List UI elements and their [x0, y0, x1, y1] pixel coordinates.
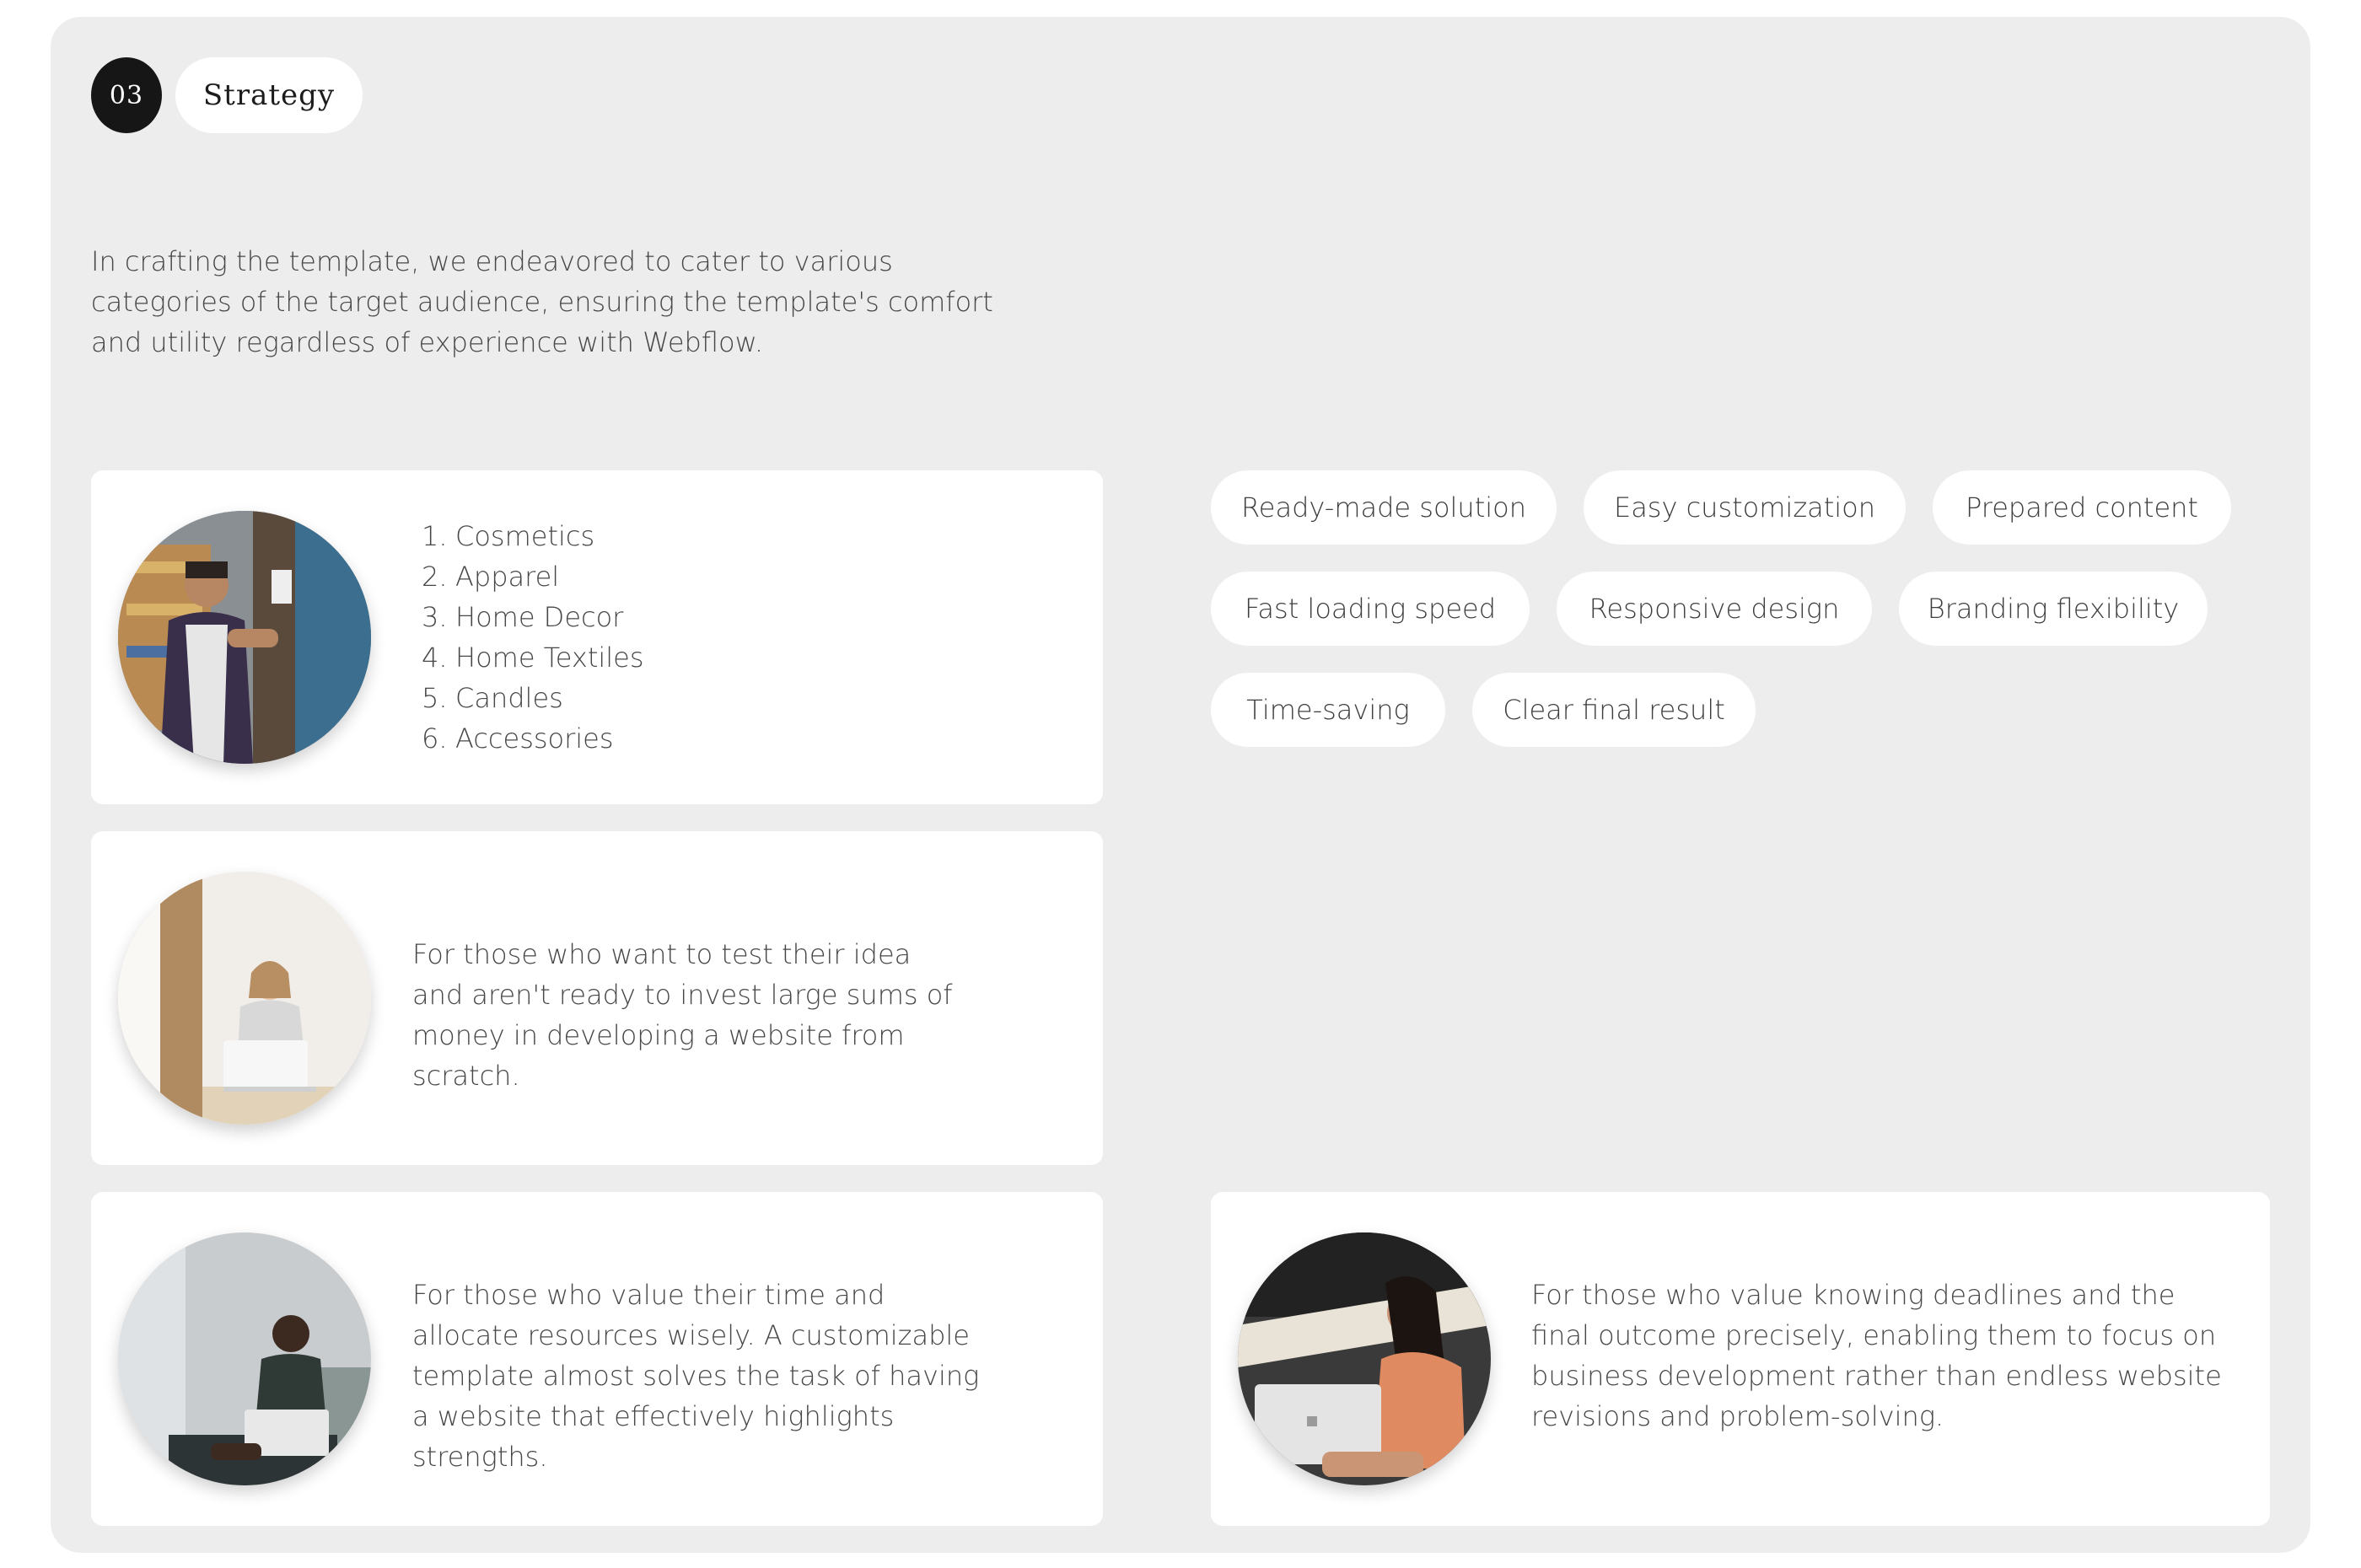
- list-item: 4. Home Textiles: [422, 642, 644, 674]
- chip-prepared-content: Prepared content: [1933, 470, 2231, 545]
- section-number-badge: 03: [91, 57, 162, 133]
- category-list: 1. Cosmetics 2. Apparel 3. Home Decor 4. Hom…: [422, 516, 644, 759]
- woman-laptop-photo: [118, 872, 371, 1125]
- section-title-pill: Strategy: [175, 57, 363, 133]
- chip-ready-made-solution: Ready-made solution: [1211, 470, 1557, 545]
- woman-reading-photo: [1238, 1232, 1491, 1485]
- list-item: 1. Cosmetics: [422, 520, 595, 552]
- deadlines-card: For those who value knowing deadlines an…: [1211, 1192, 2270, 1526]
- intro-paragraph: In crafting the template, we endeavored …: [91, 245, 993, 358]
- list-item: 5. Candles: [422, 682, 563, 714]
- man-laptop-photo-icon: [118, 1232, 371, 1485]
- test-idea-card: For those who want to test their idea an…: [91, 831, 1103, 1165]
- categories-card: 1. Cosmetics 2. Apparel 3. Home Decor 4. Hom…: [91, 470, 1103, 804]
- shop-owner-photo: [118, 511, 371, 764]
- woman-reading-photo-icon: [1238, 1232, 1491, 1485]
- chip-responsive-design: Responsive design: [1557, 572, 1872, 646]
- list-item: 6. Accessories: [422, 722, 614, 754]
- chip-easy-customization: Easy customization: [1584, 470, 1906, 545]
- chip-branding-flexibility: Branding flexibility: [1899, 572, 2208, 646]
- list-item: 3. Home Decor: [422, 601, 624, 633]
- value-time-card: For those who value their time and alloc…: [91, 1192, 1103, 1526]
- woman-laptop-photo-icon: [118, 872, 371, 1125]
- chip-fast-loading-speed: Fast loading speed: [1211, 572, 1530, 646]
- chip-clear-final-result: Clear final result: [1472, 673, 1756, 747]
- chip-time-saving: Time-saving: [1211, 673, 1445, 747]
- man-laptop-photo: [118, 1232, 371, 1485]
- deadlines-text: For those who value knowing deadlines an…: [1531, 1279, 2222, 1432]
- value-time-text: For those who value their time and alloc…: [412, 1279, 980, 1473]
- list-item: 2. Apparel: [422, 561, 560, 593]
- test-idea-text: For those who want to test their idea an…: [412, 938, 953, 1092]
- shop-owner-photo-icon: [118, 511, 371, 764]
